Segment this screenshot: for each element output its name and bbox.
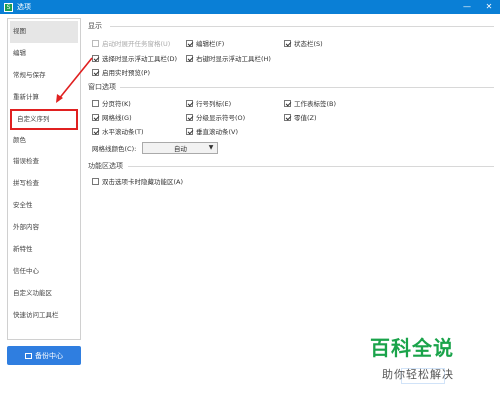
checkbox[interactable] [186,54,193,62]
checkbox[interactable] [92,99,99,107]
backup-icon [25,352,32,359]
option-row-col-headers[interactable]: 行号列标(E) [186,98,231,108]
option-label: 工作表标签(B) [294,100,337,108]
option-label: 零值(Z) [294,114,317,122]
section-divider [110,26,494,27]
sidebar-item-new-features[interactable]: 新特性 [8,239,80,261]
option-label: 垂直滚动条(V) [196,128,239,136]
sidebar-item-trust-center[interactable]: 信任中心 [8,261,80,283]
option-label: 网格线(G) [102,114,132,122]
sidebar-item-spell-check[interactable]: 拼写检查 [8,173,80,195]
option-label: 编辑栏(F) [196,40,225,48]
option-label: 行号列标(E) [196,100,232,108]
option-label: 水平滚动条(T) [102,128,144,136]
sidebar-item-security[interactable]: 安全性 [8,195,80,217]
option-label: 启用实时预览(P) [102,69,150,77]
display-section-title: 显示 [88,22,102,30]
sidebar-item-general-save[interactable]: 常规与保存 [8,65,80,87]
option-vertical-scrollbar[interactable]: 垂直滚动条(V) [186,126,238,136]
section-divider [128,166,494,167]
options-content: 显示 启动时展开任务窗格(U) 编辑栏(F) 状态栏(S) 选择时显示浮动工具栏… [86,18,494,358]
checkbox[interactable] [186,127,193,135]
sidebar-item-view[interactable]: 视图 [10,21,78,43]
option-live-preview[interactable]: 启用实时预览(P) [92,67,150,77]
watermark: 百科全说 助你轻松解决 [370,332,494,388]
checkbox[interactable] [92,127,99,135]
sidebar-item-quick-access-toolbar[interactable]: 快速访问工具栏 [8,305,80,327]
backup-center-button[interactable]: 备份中心 [7,346,81,365]
checkbox[interactable] [92,113,99,121]
option-label: 分页符(K) [102,100,131,108]
option-float-toolbar-right-click[interactable]: 右键时显示浮动工具栏(H) [186,53,271,63]
option-label: 分级显示符号(O) [196,114,246,122]
option-label: 状态栏(S) [294,40,323,48]
option-float-toolbar-select[interactable]: 选择时显示浮动工具栏(D) [92,53,177,63]
checkbox[interactable] [284,113,291,121]
checkbox[interactable] [284,99,291,107]
ribbon-section-title: 功能区选项 [88,162,123,170]
checkbox[interactable] [92,68,99,76]
option-status-bar[interactable]: 状态栏(S) [284,38,323,48]
option-label: 启动时展开任务窗格(U) [102,40,171,48]
gridline-color-select[interactable]: 自动 ▼ [142,142,219,154]
close-button[interactable]: ✕ [478,0,500,14]
section-divider [120,87,494,88]
sidebar-item-edit[interactable]: 编辑 [8,43,80,65]
window-options-section-title: 窗口选项 [88,83,116,91]
option-label: 双击选项卡时隐藏功能区(A) [102,178,184,186]
title-bar: S 选项 — ✕ [0,0,500,14]
option-hide-ribbon-double-click[interactable]: 双击选项卡时隐藏功能区(A) [92,176,183,186]
minimize-button[interactable]: — [456,0,478,14]
option-zero-values[interactable]: 零值(Z) [284,112,317,122]
sidebar-item-custom-ribbon[interactable]: 自定义功能区 [8,283,80,305]
dropdown-arrow-icon: ▼ [208,144,214,151]
sidebar-item-custom-lists[interactable]: 自定义序列 [10,108,78,130]
options-sidebar: 视图 编辑 常规与保存 重新计算 自定义序列 颜色 错误检查 拼写检查 安全性 … [7,18,81,340]
sidebar-item-color[interactable]: 颜色 [8,130,80,152]
checkbox[interactable] [92,177,99,185]
gridline-color-label: 网格线颜色(C): [92,145,137,153]
backup-center-label: 备份中心 [35,351,63,360]
sidebar-item-recalculate[interactable]: 重新计算 [8,87,80,109]
option-sheet-tabs[interactable]: 工作表标签(B) [284,98,336,108]
checkbox[interactable] [284,39,291,47]
checkbox[interactable] [186,99,193,107]
option-gridlines[interactable]: 网格线(G) [92,112,132,122]
window-title: 选项 [17,3,31,11]
option-outline-symbols[interactable]: 分级显示符号(O) [186,112,245,122]
option-formula-bar[interactable]: 编辑栏(F) [186,38,224,48]
sidebar-item-error-check[interactable]: 错误检查 [8,151,80,173]
option-horizontal-scrollbar[interactable]: 水平滚动条(T) [92,126,144,136]
option-show-task-pane[interactable]: 启动时展开任务窗格(U) [92,38,170,48]
checkbox[interactable] [186,39,193,47]
wps-spreadsheet-icon: S [4,2,13,12]
watermark-subtitle: 助你轻松解决 [382,368,454,381]
gridline-color-row: 网格线颜色(C): 自动 ▼ [92,142,219,154]
watermark-title: 百科全说 [370,336,454,360]
option-label: 右键时显示浮动工具栏(H) [196,55,271,63]
checkbox[interactable] [92,39,99,47]
option-label: 选择时显示浮动工具栏(D) [102,55,178,63]
gridline-color-value: 自动 [173,145,187,153]
option-page-breaks[interactable]: 分页符(K) [92,98,131,108]
checkbox[interactable] [92,54,99,62]
checkbox[interactable] [186,113,193,121]
sidebar-item-external-content[interactable]: 外部内容 [8,217,80,239]
